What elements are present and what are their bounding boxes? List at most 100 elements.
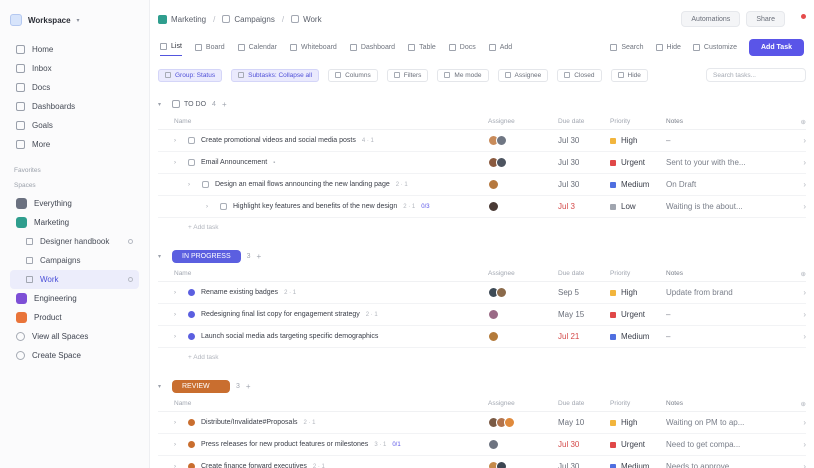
task-name[interactable]: Design an email flows announcing the new… — [215, 181, 390, 188]
due-date[interactable]: Jul 30 — [558, 440, 610, 449]
due-date[interactable]: Jul 30 — [558, 136, 610, 145]
task-status-icon[interactable] — [188, 441, 195, 448]
assignee-cell[interactable] — [488, 201, 558, 212]
more-options-icon[interactable] — [128, 239, 133, 244]
table-row[interactable]: › Rename existing badges 2 · 1 Sep 5 High Upd… — [158, 282, 806, 304]
row-options-icon[interactable]: › — [786, 180, 806, 189]
task-name[interactable]: Email Announcement — [201, 159, 267, 166]
due-date[interactable]: May 15 — [558, 310, 610, 319]
assignee-cell[interactable] — [488, 135, 558, 146]
expand-caret-icon[interactable]: › — [174, 334, 182, 340]
automations-button[interactable]: Automations — [681, 11, 741, 27]
table-row[interactable]: › Launch social media ads targeting speci… — [158, 326, 806, 348]
more-options-icon[interactable] — [128, 277, 133, 282]
notes-cell[interactable]: Need to get compa... — [666, 440, 786, 449]
assignee-cell[interactable] — [488, 157, 558, 168]
add-icon[interactable]: + — [222, 100, 227, 109]
space-everything[interactable]: Everything — [10, 194, 139, 213]
add-task-button[interactable]: Add Task — [749, 38, 804, 56]
priority-cell[interactable]: High — [610, 136, 666, 145]
breadcrumb-folder[interactable]: Campaigns — [234, 15, 274, 24]
tab-whiteboard[interactable]: Whiteboard — [290, 38, 337, 56]
workspace-switcher[interactable]: Workspace ▾ — [10, 10, 139, 30]
due-date[interactable]: Jul 21 — [558, 332, 610, 341]
filter-chip-hide[interactable]: Hide — [610, 68, 648, 82]
task-status-icon[interactable] — [188, 333, 195, 340]
tab-board[interactable]: Board — [194, 38, 225, 56]
collapse-caret-icon[interactable]: ▾ — [158, 101, 166, 108]
task-status-icon[interactable] — [188, 159, 195, 166]
task-name[interactable]: Create finance forward executives — [201, 463, 307, 468]
priority-cell[interactable]: High — [610, 288, 666, 297]
filter-chip-me-mode[interactable]: Me mode — [437, 68, 489, 82]
expand-caret-icon[interactable]: › — [174, 160, 182, 166]
filter-chip-subtasks-collapse-all[interactable]: Subtasks: Collapse all — [231, 68, 320, 82]
table-row[interactable]: › Email Announcement ▪ Jul 30 Urgent Sent to … — [158, 152, 806, 174]
tab-dashboard[interactable]: Dashboard — [349, 38, 395, 56]
priority-cell[interactable]: Medium — [610, 180, 666, 189]
row-options-icon[interactable]: › — [786, 440, 806, 449]
space-engineering[interactable]: Engineering — [10, 289, 139, 308]
notes-cell[interactable]: Sent to your with the... — [666, 158, 786, 167]
task-name[interactable]: Press releases for new product features … — [201, 441, 368, 448]
due-date[interactable]: Jul 30 — [558, 180, 610, 189]
space-product[interactable]: Product — [10, 308, 139, 327]
task-status-icon[interactable] — [188, 419, 195, 426]
add-column-icon[interactable]: ⊕ — [786, 270, 806, 278]
table-row[interactable]: › Press releases for new product features… — [158, 434, 806, 456]
notes-cell[interactable]: Waiting on PM to ap... — [666, 418, 786, 427]
priority-cell[interactable]: Medium — [610, 332, 666, 341]
assignee-cell[interactable] — [488, 179, 558, 190]
table-row[interactable]: › Create finance forward executives 2 · 1 J… — [158, 456, 806, 468]
row-options-icon[interactable]: › — [786, 288, 806, 297]
expand-caret-icon[interactable]: › — [174, 312, 182, 318]
add-task-row[interactable]: + Add task — [158, 218, 806, 236]
assignee-cell[interactable] — [488, 417, 558, 428]
space-create-space[interactable]: Create Space — [10, 346, 139, 365]
sidebar-item-docs[interactable]: Docs — [10, 78, 139, 97]
tab-table[interactable]: Table — [408, 38, 436, 56]
share-button[interactable]: Share — [746, 11, 785, 27]
table-row[interactable]: › Highlight key features and benefits of … — [158, 196, 806, 218]
row-options-icon[interactable]: › — [786, 418, 806, 427]
priority-cell[interactable]: Urgent — [610, 440, 666, 449]
add-icon[interactable]: + — [257, 252, 262, 261]
table-row[interactable]: › Create promotional videos and social me… — [158, 130, 806, 152]
task-status-icon[interactable] — [188, 463, 195, 468]
priority-cell[interactable]: Urgent — [610, 310, 666, 319]
assignee-cell[interactable] — [488, 331, 558, 342]
notes-cell[interactable]: On Draft — [666, 180, 786, 189]
notes-cell[interactable]: – — [666, 136, 786, 145]
assignee-cell[interactable] — [488, 309, 558, 320]
sidebar-item-dashboards[interactable]: Dashboards — [10, 97, 139, 116]
search-tasks-input[interactable]: Search tasks... — [706, 68, 806, 82]
space-view-all-spaces[interactable]: View all Spaces — [10, 327, 139, 346]
add-column-icon[interactable]: ⊕ — [786, 118, 806, 126]
sidebar-item-more[interactable]: More — [10, 135, 139, 154]
due-date[interactable]: Jul 3 — [558, 202, 610, 211]
row-options-icon[interactable]: › — [786, 136, 806, 145]
task-status-icon[interactable] — [220, 203, 227, 210]
sidebar-item-goals[interactable]: Goals — [10, 116, 139, 135]
breadcrumb-list[interactable]: Work — [303, 15, 322, 24]
filter-chip-closed[interactable]: Closed — [557, 68, 602, 82]
notes-cell[interactable]: – — [666, 310, 786, 319]
due-date[interactable]: Sep 5 — [558, 288, 610, 297]
priority-cell[interactable]: Low — [610, 202, 666, 211]
row-options-icon[interactable]: › — [786, 332, 806, 341]
priority-cell[interactable]: Urgent — [610, 158, 666, 167]
due-date[interactable]: May 10 — [558, 418, 610, 427]
collapse-caret-icon[interactable]: ▾ — [158, 253, 166, 260]
table-row[interactable]: › Redesigning final list copy for engagem… — [158, 304, 806, 326]
notification-bell-icon[interactable] — [797, 13, 806, 25]
expand-caret-icon[interactable]: › — [188, 182, 196, 188]
expand-caret-icon[interactable]: › — [174, 464, 182, 468]
filter-chip-group-status[interactable]: Group: Status — [158, 68, 223, 82]
add-column-icon[interactable]: ⊕ — [786, 400, 806, 408]
search-button[interactable]: Search — [610, 38, 644, 56]
space-child-designer-handbook[interactable]: Designer handbook — [10, 232, 139, 251]
filter-chip-columns[interactable]: Columns — [328, 68, 378, 82]
due-date[interactable]: Jul 30 — [558, 462, 610, 468]
task-name[interactable]: Rename existing badges — [201, 289, 278, 296]
task-status-icon[interactable] — [188, 311, 195, 318]
